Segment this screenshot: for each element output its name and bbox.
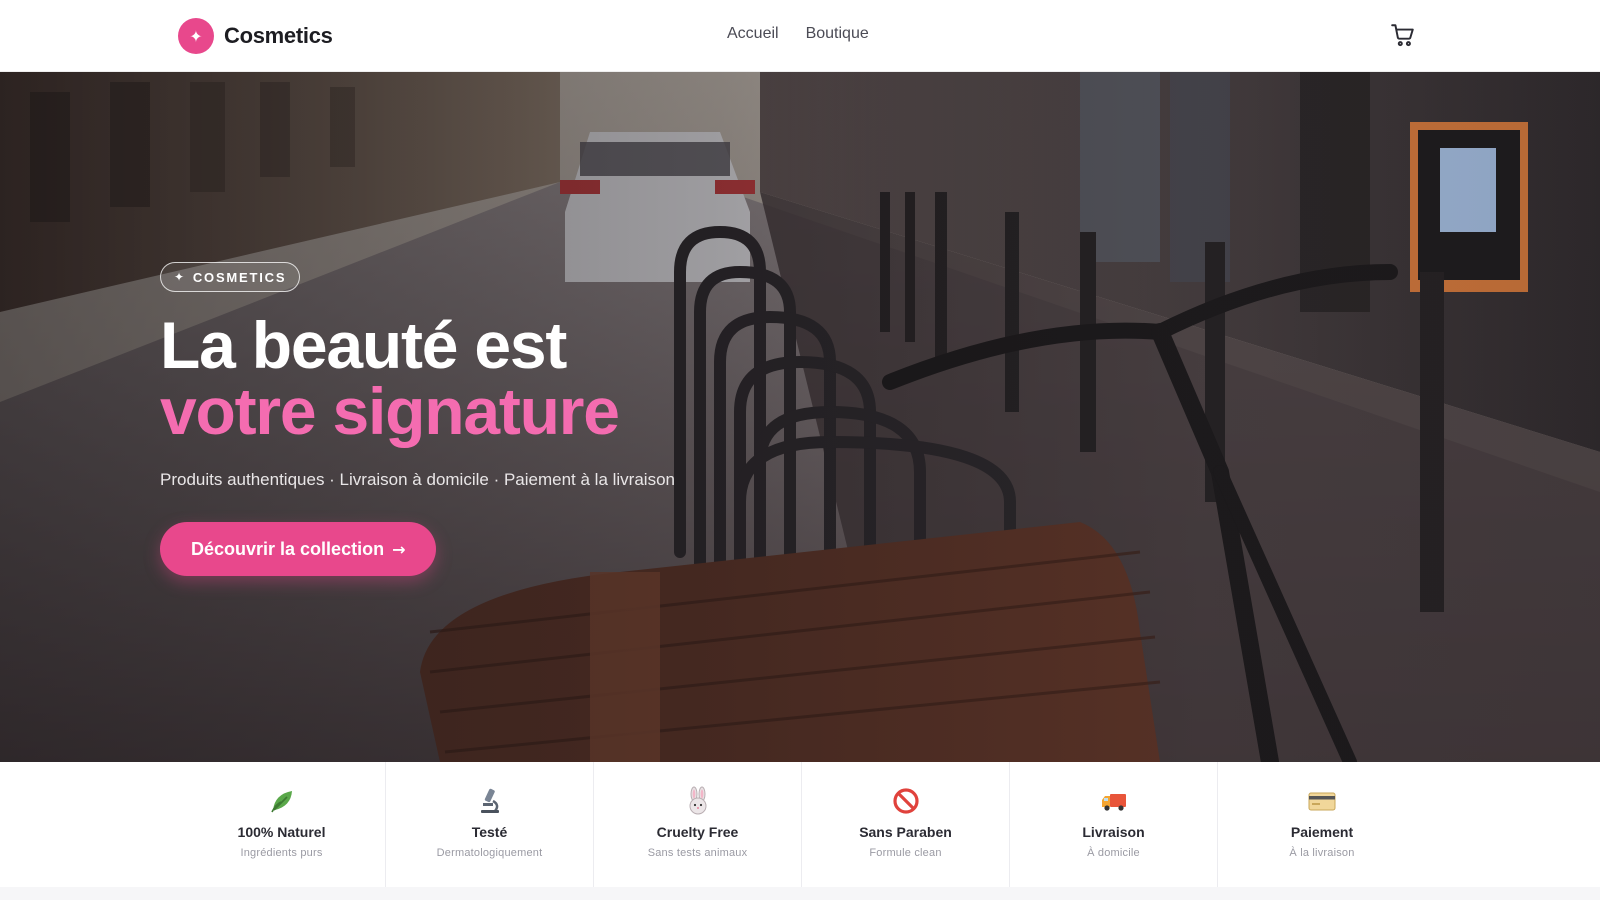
feature-paraben-free: Sans Paraben Formule clean <box>802 762 1010 887</box>
feature-subtitle: Sans tests animaux <box>647 847 748 859</box>
cta-label: Découvrir la collection <box>191 538 385 559</box>
feature-cruelty-free: Cruelty Free Sans tests animaux <box>594 762 802 887</box>
hero-subtitle: Produits authentiques · Livraison à domi… <box>160 470 675 489</box>
feature-subtitle: À domicile <box>1087 847 1140 859</box>
nav-link-accueil[interactable]: Accueil <box>727 25 779 43</box>
rabbit-icon <box>689 786 706 815</box>
leaf-icon <box>270 791 292 813</box>
brand[interactable]: ✦ Cosmetics <box>178 18 333 54</box>
arrow-right-icon: → <box>392 539 406 559</box>
feature-subtitle: Formule clean <box>869 847 942 859</box>
discover-collection-button[interactable]: Découvrir la collection → <box>160 522 437 576</box>
feature-delivery: Livraison À domicile <box>1010 762 1218 887</box>
sparkle-icon: ✦ <box>178 18 214 54</box>
no-entry-icon <box>892 788 919 814</box>
features-bar: 100% Naturel Ingrédients purs Testé Derm… <box>0 762 1600 887</box>
feature-title: Livraison <box>1082 824 1145 840</box>
feature-title: Paiement <box>1290 824 1354 840</box>
truck-icon <box>1101 794 1126 811</box>
feature-title: Cruelty Free <box>656 824 739 840</box>
top-navbar: ✦ Cosmetics Accueil Boutique <box>0 0 1600 72</box>
cart-icon <box>1391 24 1414 47</box>
nav-link-boutique[interactable]: Boutique <box>806 25 869 43</box>
feature-natural: 100% Naturel Ingrédients purs <box>178 762 386 887</box>
hero-title-line2: votre signature <box>160 374 620 448</box>
feature-subtitle: À la livraison <box>1289 847 1355 859</box>
sparkle-icon: ✦ <box>174 270 186 284</box>
cart-button[interactable] <box>1390 22 1416 48</box>
hero-title-line1: La beauté est <box>160 308 567 382</box>
brand-name: Cosmetics <box>224 23 333 48</box>
hero-badge: ✦ COSMETICS <box>160 262 301 292</box>
feature-subtitle: Dermatologiquement <box>436 847 543 859</box>
main-nav: Accueil Boutique <box>727 25 869 43</box>
feature-title: 100% Naturel <box>237 824 326 840</box>
page-bottom-edge <box>0 887 1600 900</box>
feature-title: Testé <box>471 824 508 840</box>
feature-payment: Paiement À la livraison <box>1218 762 1426 887</box>
feature-tested: Testé Dermatologiquement <box>386 762 594 887</box>
feature-title: Sans Paraben <box>859 824 952 840</box>
hero-content: ✦ COSMETICS La beauté est votre signatur… <box>160 262 860 576</box>
hero-banner: ✦ COSMETICS La beauté est votre signatur… <box>0 72 1600 762</box>
microscope-icon <box>480 788 499 813</box>
hero-title: La beauté est votre signature <box>160 312 860 444</box>
feature-subtitle: Ingrédients purs <box>240 847 323 859</box>
hero-badge-label: COSMETICS <box>192 269 287 285</box>
card-icon <box>1308 792 1336 811</box>
